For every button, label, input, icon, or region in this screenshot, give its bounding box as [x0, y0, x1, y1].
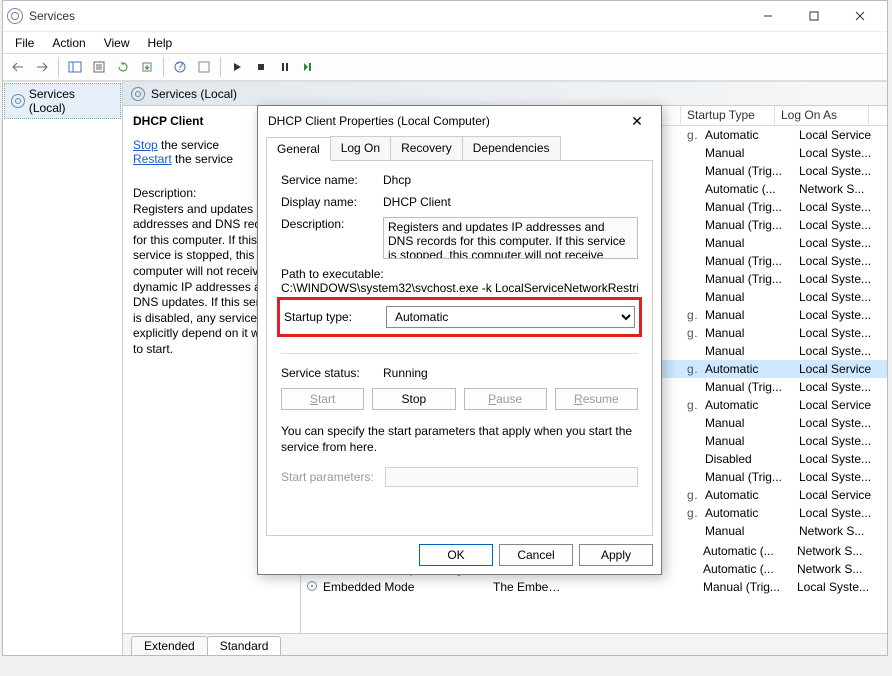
stop-link[interactable]: Stop — [133, 138, 158, 152]
start-button: Start — [281, 388, 364, 410]
toolbar: ? — [3, 53, 887, 81]
help-button[interactable]: ? — [169, 56, 191, 78]
tree-root-label: Services (Local) — [29, 87, 114, 115]
menu-file[interactable]: File — [7, 34, 42, 52]
menu-help[interactable]: Help — [140, 34, 181, 52]
cancel-button[interactable]: Cancel — [499, 544, 573, 566]
pause-service-button[interactable] — [274, 56, 296, 78]
path-label: Path to executable: — [281, 267, 638, 281]
stop-service-button[interactable] — [250, 56, 272, 78]
bottom-tabs: Extended Standard — [123, 633, 887, 655]
back-button[interactable] — [7, 56, 29, 78]
service-name-label: Service name: — [281, 173, 377, 187]
start-params-label: Start parameters: — [281, 470, 377, 484]
start-params-input — [385, 467, 638, 487]
show-hide-tree-button[interactable] — [64, 56, 86, 78]
properties-button[interactable] — [88, 56, 110, 78]
props-button[interactable] — [193, 56, 215, 78]
tab-dependencies[interactable]: Dependencies — [462, 136, 561, 160]
startup-type-label: Startup type: — [284, 310, 380, 324]
maximize-button[interactable] — [791, 1, 837, 31]
dialog-tabs: General Log On Recovery Dependencies — [258, 136, 661, 160]
tab-standard[interactable]: Standard — [207, 636, 282, 655]
window-title: Services — [29, 9, 745, 23]
dialog-title: DHCP Client Properties (Local Computer) — [268, 114, 623, 128]
dialog-titlebar: DHCP Client Properties (Local Computer) … — [258, 106, 661, 136]
main-header-title: Services (Local) — [151, 87, 237, 101]
services-icon — [7, 8, 23, 24]
ok-button[interactable]: OK — [419, 544, 493, 566]
stop-button[interactable]: Stop — [372, 388, 455, 410]
properties-dialog: DHCP Client Properties (Local Computer) … — [257, 105, 662, 575]
note-text: You can specify the start parameters tha… — [281, 424, 638, 455]
tab-recovery[interactable]: Recovery — [390, 136, 463, 160]
apply-button[interactable]: Apply — [579, 544, 653, 566]
tree-pane: Services (Local) — [3, 82, 123, 655]
menubar: File Action View Help — [3, 31, 887, 53]
tab-general[interactable]: General — [266, 137, 331, 161]
tab-extended[interactable]: Extended — [131, 636, 208, 655]
forward-button[interactable] — [31, 56, 53, 78]
close-button[interactable] — [837, 1, 883, 31]
start-service-button[interactable] — [226, 56, 248, 78]
gear-icon — [11, 94, 25, 108]
menu-view[interactable]: View — [96, 34, 138, 52]
restart-link[interactable]: Restart — [133, 152, 172, 166]
dialog-close-button[interactable]: ✕ — [623, 107, 651, 135]
path-value: C:\WINDOWS\system32\svchost.exe -k Local… — [281, 281, 638, 295]
minimize-button[interactable] — [745, 1, 791, 31]
export-button[interactable] — [136, 56, 158, 78]
menu-action[interactable]: Action — [44, 34, 93, 52]
gear-icon — [131, 87, 145, 101]
description-label: Description: — [281, 217, 377, 231]
tree-root-item[interactable]: Services (Local) — [4, 83, 121, 119]
dialog-body: Service name: Dhcp Display name: DHCP Cl… — [266, 160, 653, 536]
service-name-value: Dhcp — [383, 173, 638, 187]
description-text[interactable]: Registers and updates IP addresses and D… — [383, 217, 638, 259]
pause-button: Pause — [464, 388, 547, 410]
startup-type-select[interactable]: Automatic — [386, 306, 635, 328]
status-label: Service status: — [281, 366, 377, 380]
col-logon[interactable]: Log On As — [775, 106, 869, 125]
main-header: Services (Local) — [123, 82, 887, 106]
dialog-buttons: OK Cancel Apply — [258, 536, 661, 574]
display-name-value: DHCP Client — [383, 195, 638, 209]
startup-highlight: Startup type: Automatic — [277, 297, 642, 337]
status-value: Running — [383, 366, 638, 380]
titlebar: Services — [3, 1, 887, 31]
svg-text:?: ? — [177, 61, 184, 73]
tab-logon[interactable]: Log On — [330, 136, 391, 160]
table-row[interactable]: Embedded ModeThe Embed...Manual (Trig...… — [301, 578, 887, 596]
restart-service-button[interactable] — [298, 56, 320, 78]
refresh-button[interactable] — [112, 56, 134, 78]
display-name-label: Display name: — [281, 195, 377, 209]
resume-button: Resume — [555, 388, 638, 410]
col-startup[interactable]: Startup Type — [681, 106, 775, 125]
